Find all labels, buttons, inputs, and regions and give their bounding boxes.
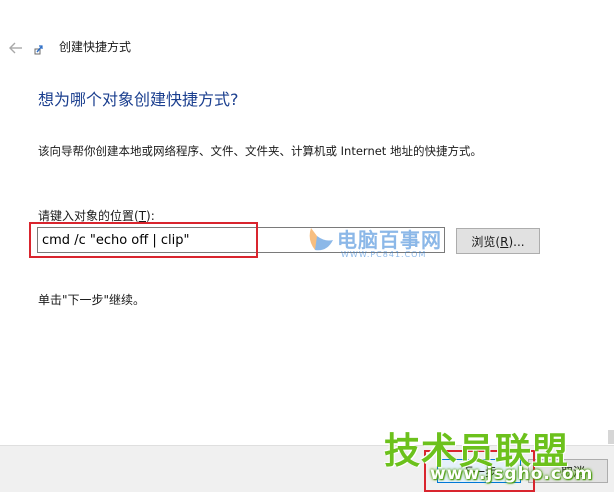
browse-label-tail: )... xyxy=(508,234,525,249)
resize-grip xyxy=(608,430,614,444)
location-label-accesskey: T xyxy=(138,209,147,223)
location-field-label: 请键入对象的位置(T): xyxy=(38,207,155,224)
create-shortcut-wizard-window: 创建快捷方式 想为哪个对象创建快捷方式? 该向导帮你创建本地或网络程序、文件、文… xyxy=(0,0,614,492)
continue-hint: 单击"下一步"继续。 xyxy=(38,293,146,307)
wizard-description: 该向导帮你创建本地或网络程序、文件、文件夹、计算机或 Internet 地址的快… xyxy=(38,144,482,158)
page-heading: 想为哪个对象创建快捷方式? xyxy=(38,90,239,109)
browse-button[interactable]: 浏览(R)... xyxy=(456,228,540,254)
browse-label-text: 浏览( xyxy=(471,234,501,249)
location-label-tail: ): xyxy=(146,209,155,223)
wizard-footer: 下一步 取消 xyxy=(0,445,614,492)
shortcut-wizard-icon xyxy=(34,40,46,55)
wizard-title: 创建快捷方式 xyxy=(59,40,132,54)
location-label-text: 请键入对象的位置( xyxy=(38,209,139,223)
cancel-button[interactable]: 取消 xyxy=(528,459,608,483)
back-arrow-icon[interactable] xyxy=(6,38,26,58)
location-input[interactable] xyxy=(37,227,445,253)
next-button[interactable]: 下一步 xyxy=(437,459,521,483)
wizard-header: 创建快捷方式 xyxy=(0,30,614,64)
